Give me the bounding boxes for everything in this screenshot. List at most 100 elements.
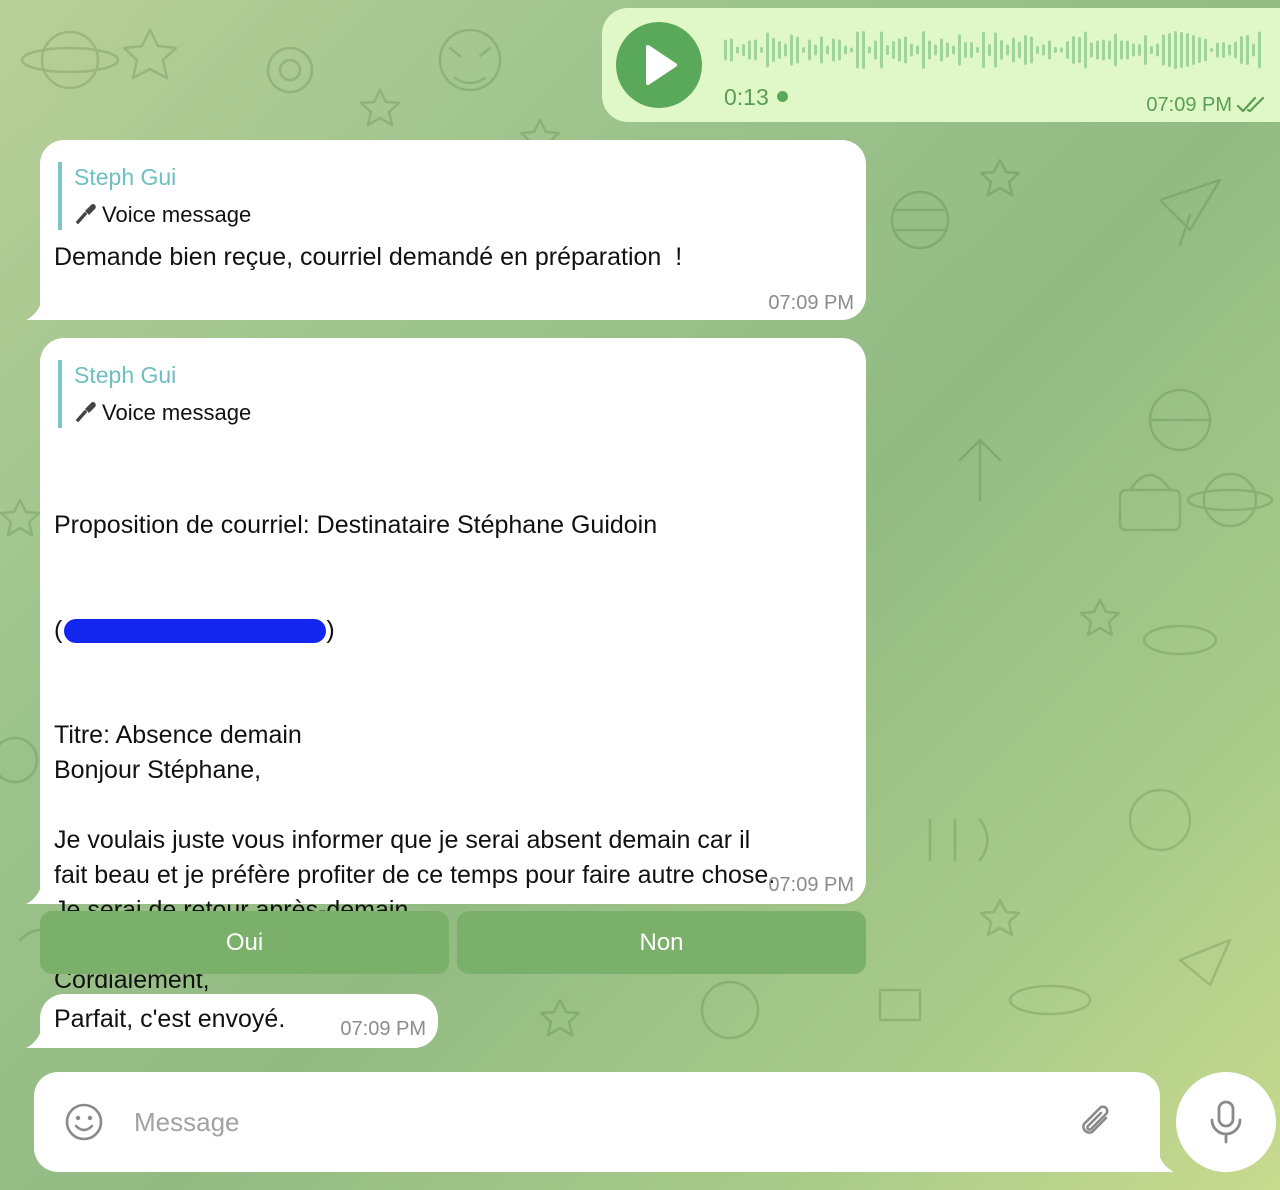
waveform-bar: [1078, 37, 1081, 63]
reply-sender-name: Steph Gui: [74, 164, 177, 190]
emoji-icon[interactable]: [64, 1102, 104, 1142]
waveform-bar: [1060, 47, 1063, 53]
waveform-bar: [868, 46, 871, 54]
microphone-icon: [76, 402, 96, 422]
waveform-bar: [1126, 40, 1129, 60]
waveform-bar: [1006, 44, 1009, 56]
waveform-bar: [1168, 33, 1171, 67]
outgoing-voice-message: 0:13 07:09 PM: [602, 8, 1280, 122]
waveform-bar: [730, 38, 733, 62]
waveform-bar: [796, 36, 799, 64]
waveform-bar: [832, 38, 835, 62]
waveform-bar: [1204, 38, 1207, 62]
waveform-bar: [928, 40, 931, 60]
waveform-bar: [1222, 42, 1225, 58]
bubble-tail: [26, 300, 42, 320]
record-voice-button[interactable]: [1176, 1072, 1276, 1172]
message-composer: [34, 1072, 1174, 1172]
play-button[interactable]: [616, 22, 702, 108]
waveform-bar: [766, 32, 769, 68]
waveform-bar: [880, 31, 883, 69]
waveform-bar: [994, 32, 997, 68]
waveform-bar: [1192, 35, 1195, 65]
waveform-bar: [808, 39, 811, 61]
recipient-email-line: (): [54, 616, 335, 644]
waveform-bar: [772, 38, 775, 62]
waveform-bar: [964, 42, 967, 58]
voice-waveform[interactable]: [724, 28, 1264, 72]
reply-sender-name: Steph Gui: [74, 362, 177, 388]
waveform-bar: [958, 34, 961, 66]
waveform-bar: [1024, 35, 1027, 65]
waveform-bar: [1042, 44, 1045, 56]
waveform-bar: [1234, 41, 1237, 59]
waveform-bar: [1216, 42, 1219, 58]
waveform-bar: [988, 44, 991, 56]
waveform-bar: [1228, 44, 1231, 56]
waveform-bar: [1258, 31, 1261, 69]
waveform-bar: [802, 47, 805, 53]
waveform-bar: [1240, 36, 1243, 64]
waveform-bar: [904, 36, 907, 64]
waveform-bar: [1108, 40, 1111, 60]
waveform-bar: [1180, 32, 1183, 68]
waveform-bar: [1012, 37, 1015, 63]
waveform-bar: [982, 32, 985, 68]
waveform-bar: [814, 44, 817, 56]
waveform-bar: [826, 45, 829, 55]
reply-preview: Voice message: [74, 398, 251, 428]
waveform-bar: [952, 45, 955, 55]
waveform-bar: [1120, 40, 1123, 60]
waveform-bar: [742, 44, 745, 56]
waveform-bar: [934, 44, 937, 56]
waveform-bar: [970, 42, 973, 58]
waveform-bar: [976, 47, 979, 53]
redacted-email: [64, 619, 327, 644]
paperclip-icon[interactable]: [1078, 1102, 1114, 1142]
waveform-bar: [862, 31, 865, 69]
waveform-bar: [1000, 40, 1003, 60]
waveform-bar: [784, 43, 787, 57]
reply-quote[interactable]: Steph Gui Voice message: [58, 360, 251, 428]
email-proposal-line: Proposition de courriel: Destinataire St…: [54, 511, 658, 539]
bubble-tail: [26, 884, 42, 904]
waveform-bar: [1036, 46, 1039, 54]
waveform-bar: [736, 46, 739, 54]
waveform-bar: [1150, 46, 1153, 54]
waveform-bar: [922, 31, 925, 69]
yes-button[interactable]: Oui: [40, 911, 449, 974]
waveform-bar: [1030, 36, 1033, 64]
waveform-bar: [1018, 41, 1021, 59]
waveform-bar: [1138, 44, 1141, 56]
message-input[interactable]: [134, 1098, 1034, 1146]
waveform-bar: [856, 31, 859, 69]
waveform-bar: [850, 47, 853, 53]
waveform-bar: [1066, 41, 1069, 59]
waveform-bar: [1210, 48, 1213, 52]
no-button[interactable]: Non: [457, 911, 866, 974]
waveform-bar: [1114, 33, 1117, 67]
waveform-bar: [724, 39, 727, 61]
unplayed-dot: [776, 91, 788, 103]
reply-quote[interactable]: Steph Gui Voice message: [58, 162, 251, 230]
waveform-bar: [1072, 36, 1075, 64]
waveform-bar: [946, 42, 949, 58]
waveform-bar: [910, 43, 913, 57]
waveform-bar: [1090, 42, 1093, 58]
waveform-bar: [1156, 43, 1159, 57]
play-icon: [646, 45, 677, 85]
waveform-bar: [748, 40, 751, 60]
composer-tail: [1158, 1152, 1174, 1172]
message-time: 07:09 PM: [1146, 94, 1232, 116]
waveform-bar: [1174, 31, 1177, 69]
waveform-bar: [778, 41, 781, 59]
voice-duration: 0:13: [724, 84, 788, 111]
waveform-bar: [1102, 39, 1105, 61]
double-check-icon: [1236, 96, 1265, 113]
waveform-bar: [874, 40, 877, 60]
waveform-bar: [886, 45, 889, 55]
incoming-message: Steph Gui Voice message Demande bien reç…: [26, 140, 866, 320]
waveform-bar: [820, 36, 823, 64]
waveform-bar: [760, 47, 763, 53]
message-text: Demande bien reçue, courriel demandé en …: [54, 243, 683, 271]
